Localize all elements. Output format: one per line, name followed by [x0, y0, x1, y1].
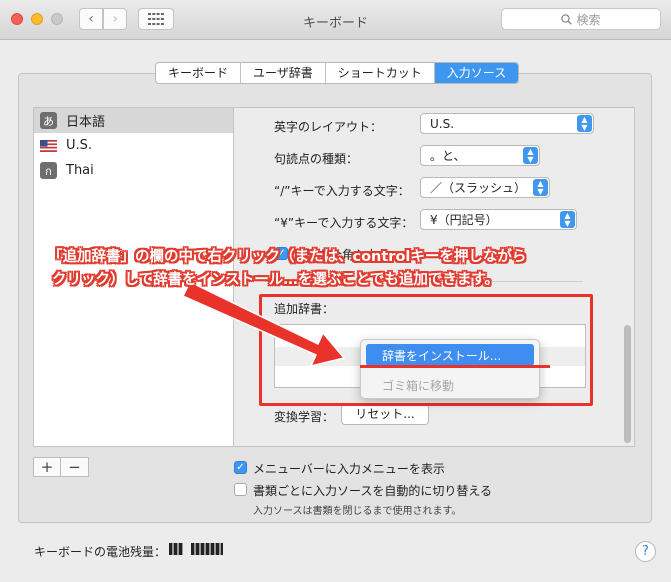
us-flag-icon	[40, 139, 57, 152]
tab-bar: キーボード ユーザ辞書 ショートカット 入力ソース	[155, 62, 520, 84]
help-button[interactable]: ?	[635, 541, 656, 562]
layout-value: U.S.	[430, 116, 455, 131]
source-item-thai[interactable]: ก Thai	[34, 158, 233, 183]
auto-switch-checkbox[interactable]	[234, 483, 247, 496]
layout-popup[interactable]: U.S. ▲ ▼	[420, 113, 594, 134]
reset-button[interactable]: リセット...	[341, 404, 429, 425]
scrollbar-thumb[interactable]	[624, 325, 631, 443]
slash-key-popup[interactable]: ／（スラッシュ） ▲ ▼	[420, 177, 550, 198]
search-field[interactable]: 検索	[501, 8, 661, 30]
yen-key-value: ¥（円記号）	[430, 213, 498, 227]
menu-item-move-to-trash: ゴミ箱に移動	[382, 378, 455, 393]
menu-item-install-dictionary[interactable]: 辞書をインストール...	[366, 344, 534, 366]
source-label: 日本語	[66, 115, 106, 130]
punctuation-value: 。と、	[430, 149, 466, 163]
search-placeholder: 検索	[576, 12, 601, 27]
redacted-block	[191, 543, 223, 555]
add-source-button[interactable]: +	[33, 457, 61, 477]
tab-keyboard[interactable]: キーボード	[156, 63, 242, 83]
battery-label: キーボードの電池残量：	[34, 545, 167, 559]
conversion-learning-label: 変換学習：	[274, 410, 335, 424]
slash-key-label: “/”キーで入力する文字：	[274, 184, 410, 198]
thai-script-icon: ก	[40, 162, 57, 179]
punctuation-label: 句読点の種類：	[274, 152, 359, 166]
auto-switch-label: 書類ごとに入力ソースを自動的に切り替える	[253, 484, 493, 498]
hiragana-a-icon: あ	[40, 112, 57, 129]
slash-key-value: ／（スラッシュ）	[430, 181, 527, 195]
source-item-japanese[interactable]: あ 日本語	[34, 108, 233, 133]
show-input-menu-checkbox[interactable]: ✓	[234, 461, 247, 474]
updown-arrows-icon: ▲ ▼	[560, 211, 575, 228]
remove-source-button[interactable]: −	[61, 457, 89, 477]
tab-shortcuts[interactable]: ショートカット	[326, 63, 435, 83]
annotation-line-2: クリック）して辞書をインストール…を選ぶことでも追加できます。	[52, 272, 499, 288]
punctuation-popup[interactable]: 。と、 ▲ ▼	[420, 145, 540, 166]
updown-arrows-icon: ▲ ▼	[577, 115, 592, 132]
layout-label: 英字のレイアウト：	[274, 120, 383, 134]
source-label: Thai	[66, 163, 94, 178]
yen-key-popup[interactable]: ¥（円記号） ▲ ▼	[420, 209, 577, 230]
highlight-underline	[360, 365, 550, 368]
source-label: U.S.	[66, 138, 93, 153]
list-controls: + −	[33, 457, 89, 477]
annotation-line-1: 「追加辞書」の欄の中で右クリック（または、controlキーを押しながら	[48, 249, 527, 265]
annotation-text: 「追加辞書」の欄の中で右クリック（または、controlキーを押しながら クリッ…	[48, 246, 608, 292]
title-bar: ‹ › キーボード 検索	[0, 0, 671, 40]
tab-input-sources[interactable]: 入力ソース	[434, 63, 519, 83]
updown-arrows-icon: ▲ ▼	[533, 179, 548, 196]
updown-arrows-icon: ▲ ▼	[523, 147, 538, 164]
battery-level-redacted	[169, 543, 223, 555]
redacted-block	[169, 543, 183, 555]
source-item-us[interactable]: U.S.	[34, 133, 233, 158]
tab-user-dictionary[interactable]: ユーザ辞書	[241, 63, 326, 83]
context-menu: 辞書をインストール... ゴミ箱に移動	[360, 339, 540, 399]
show-input-menu-label: メニューバーに入力メニューを表示	[253, 462, 445, 476]
auto-switch-note: 入力ソースは書類を閉じるまで使用されます。	[253, 506, 462, 517]
search-icon	[561, 13, 573, 25]
yen-key-label: “¥”キーで入力する文字：	[274, 216, 414, 230]
